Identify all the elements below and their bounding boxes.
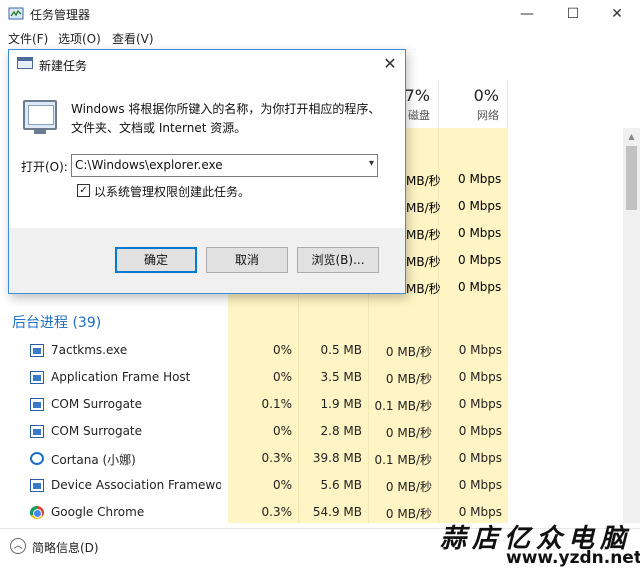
table-row[interactable]: 7actkms.exe 0% 0.5 MB 0 MB/秒 0 Mbps <box>0 337 620 364</box>
disk-cell: 0.1 MB/秒 <box>374 453 432 467</box>
disk-cell: MB/秒 <box>406 255 441 269</box>
open-label: 打开(O): <box>21 160 68 174</box>
network-cell: 0 Mbps <box>458 370 502 384</box>
app-window-icon <box>30 425 44 438</box>
memory-cell: 54.9 MB <box>312 505 362 519</box>
disk-cell: 0 MB/秒 <box>385 507 432 521</box>
table-row[interactable]: Cortana (小娜) 0.3% 39.8 MB 0.1 MB/秒 0 Mbp… <box>0 445 620 472</box>
browse-button[interactable]: 浏览(B)... <box>297 247 379 273</box>
cortana-icon <box>30 452 44 465</box>
minimize-button[interactable]: — <box>504 0 550 28</box>
app-window-icon <box>30 344 44 357</box>
background-processes-title: 后台进程 (39) <box>12 315 102 331</box>
table-row[interactable]: COM Surrogate 0% 2.8 MB 0 MB/秒 0 Mbps <box>0 418 620 445</box>
table-row[interactable]: Application Frame Host 0% 3.5 MB 0 MB/秒 … <box>0 364 620 391</box>
cpu-cell: 0.1% <box>261 397 293 411</box>
process-name: Cortana (小娜) <box>51 453 136 467</box>
taskmanager-title: 任务管理器 <box>30 8 91 22</box>
disk-cell: MB/秒 <box>406 228 441 242</box>
menu-view[interactable]: 查看(V) <box>112 30 154 47</box>
network-cell: 0 Mbps <box>458 397 502 411</box>
table-row[interactable]: COM Surrogate 0.1% 1.9 MB 0.1 MB/秒 0 Mbp… <box>0 391 620 418</box>
network-cell: 0 Mbps <box>458 280 502 294</box>
process-name: COM Surrogate <box>51 397 143 411</box>
process-name: Google Chrome <box>51 505 145 519</box>
open-combobox[interactable]: C:\Windows\explorer.exe ▾ <box>71 154 378 177</box>
process-name: Device Association Framewo... <box>51 478 221 492</box>
dialog-close-button[interactable]: ✕ <box>377 52 403 76</box>
cancel-button[interactable]: 取消 <box>206 247 288 273</box>
admin-checkbox[interactable]: ✓ <box>77 184 90 197</box>
process-name: COM Surrogate <box>51 424 143 438</box>
cpu-cell: 0% <box>272 424 292 438</box>
run-dialog: 新建任务 ✕ Windows 将根据你所键入的名称，为你打开相应的程序、文件夹、… <box>8 49 406 294</box>
network-cell: 0 Mbps <box>458 172 502 186</box>
memory-cell: 3.5 MB <box>320 370 362 384</box>
memory-cell: 2.8 MB <box>320 424 362 438</box>
run-window-icon <box>17 57 33 69</box>
network-cell: 0 Mbps <box>458 451 502 465</box>
column-header-network[interactable]: 0% 网络 <box>438 80 508 128</box>
chevron-down-icon[interactable]: ▾ <box>369 158 374 169</box>
taskmanager-app-icon <box>8 6 24 22</box>
fewer-details-link[interactable]: 简略信息(D) <box>32 539 99 556</box>
chrome-icon <box>30 506 44 519</box>
memory-cell: 5.6 MB <box>320 478 362 492</box>
dialog-title: 新建任务 <box>39 59 88 73</box>
process-name: 7actkms.exe <box>51 343 128 357</box>
close-button[interactable]: ✕ <box>594 0 640 28</box>
disk-cell: 0 MB/秒 <box>385 480 432 494</box>
network-cell: 0 Mbps <box>458 478 502 492</box>
network-cell: 0 Mbps <box>458 505 502 519</box>
memory-cell: 0.5 MB <box>320 343 362 357</box>
cpu-cell: 0.3% <box>261 505 293 519</box>
menu-options[interactable]: 选项(O) <box>58 30 101 47</box>
maximize-button[interactable]: ☐ <box>550 0 596 28</box>
network-cell: 0 Mbps <box>458 253 502 267</box>
memory-cell: 1.9 MB <box>320 397 362 411</box>
network-cell: 0 Mbps <box>458 199 502 213</box>
menu-file[interactable]: 文件(F) <box>8 30 48 47</box>
open-input-value[interactable]: C:\Windows\explorer.exe <box>75 158 223 172</box>
disk-cell: 0.1 MB/秒 <box>374 399 432 413</box>
dialog-description: Windows 将根据你所键入的名称，为你打开相应的程序、文件夹、文档或 Int… <box>71 102 381 135</box>
watermark-url: www.yzdn.net <box>506 548 640 568</box>
network-cell: 0 Mbps <box>458 343 502 357</box>
scroll-up-icon[interactable]: ▲ <box>623 128 640 145</box>
disk-cell: 0 MB/秒 <box>385 345 432 359</box>
admin-checkbox-label[interactable]: 以系统管理权限创建此任务。 <box>94 183 250 200</box>
ok-button[interactable]: 确定 <box>115 247 197 273</box>
disk-cell: 0 MB/秒 <box>385 372 432 386</box>
disk-cell: MB/秒 <box>406 174 441 188</box>
dialog-titlebar: 新建任务 ✕ <box>9 50 405 78</box>
chevron-up-icon[interactable]: ︿ <box>10 538 26 554</box>
network-label: 网络 <box>477 109 499 122</box>
scrollbar-thumb[interactable] <box>626 146 637 210</box>
network-percent: 0% <box>473 86 499 105</box>
app-window-icon <box>30 398 44 411</box>
process-name: Application Frame Host <box>51 370 191 384</box>
disk-cell: MB/秒 <box>406 282 441 296</box>
app-window-icon <box>30 371 44 384</box>
network-cell: 0 Mbps <box>458 226 502 240</box>
cpu-cell: 0% <box>272 478 292 492</box>
run-program-icon <box>23 100 57 134</box>
taskmanager-titlebar: 任务管理器 — ☐ ✕ <box>0 0 640 28</box>
app-window-icon <box>30 479 44 492</box>
disk-cell: MB/秒 <box>406 201 441 215</box>
cpu-cell: 0% <box>272 370 292 384</box>
table-row[interactable]: Device Association Framewo... 0% 5.6 MB … <box>0 472 620 499</box>
network-cell: 0 Mbps <box>458 424 502 438</box>
memory-cell: 39.8 MB <box>312 451 362 465</box>
disk-cell: 0 MB/秒 <box>385 426 432 440</box>
cpu-cell: 0% <box>272 343 292 357</box>
taskmanager-menubar: 文件(F) 选项(O) 查看(V) <box>0 28 640 48</box>
cpu-cell: 0.3% <box>261 451 293 465</box>
